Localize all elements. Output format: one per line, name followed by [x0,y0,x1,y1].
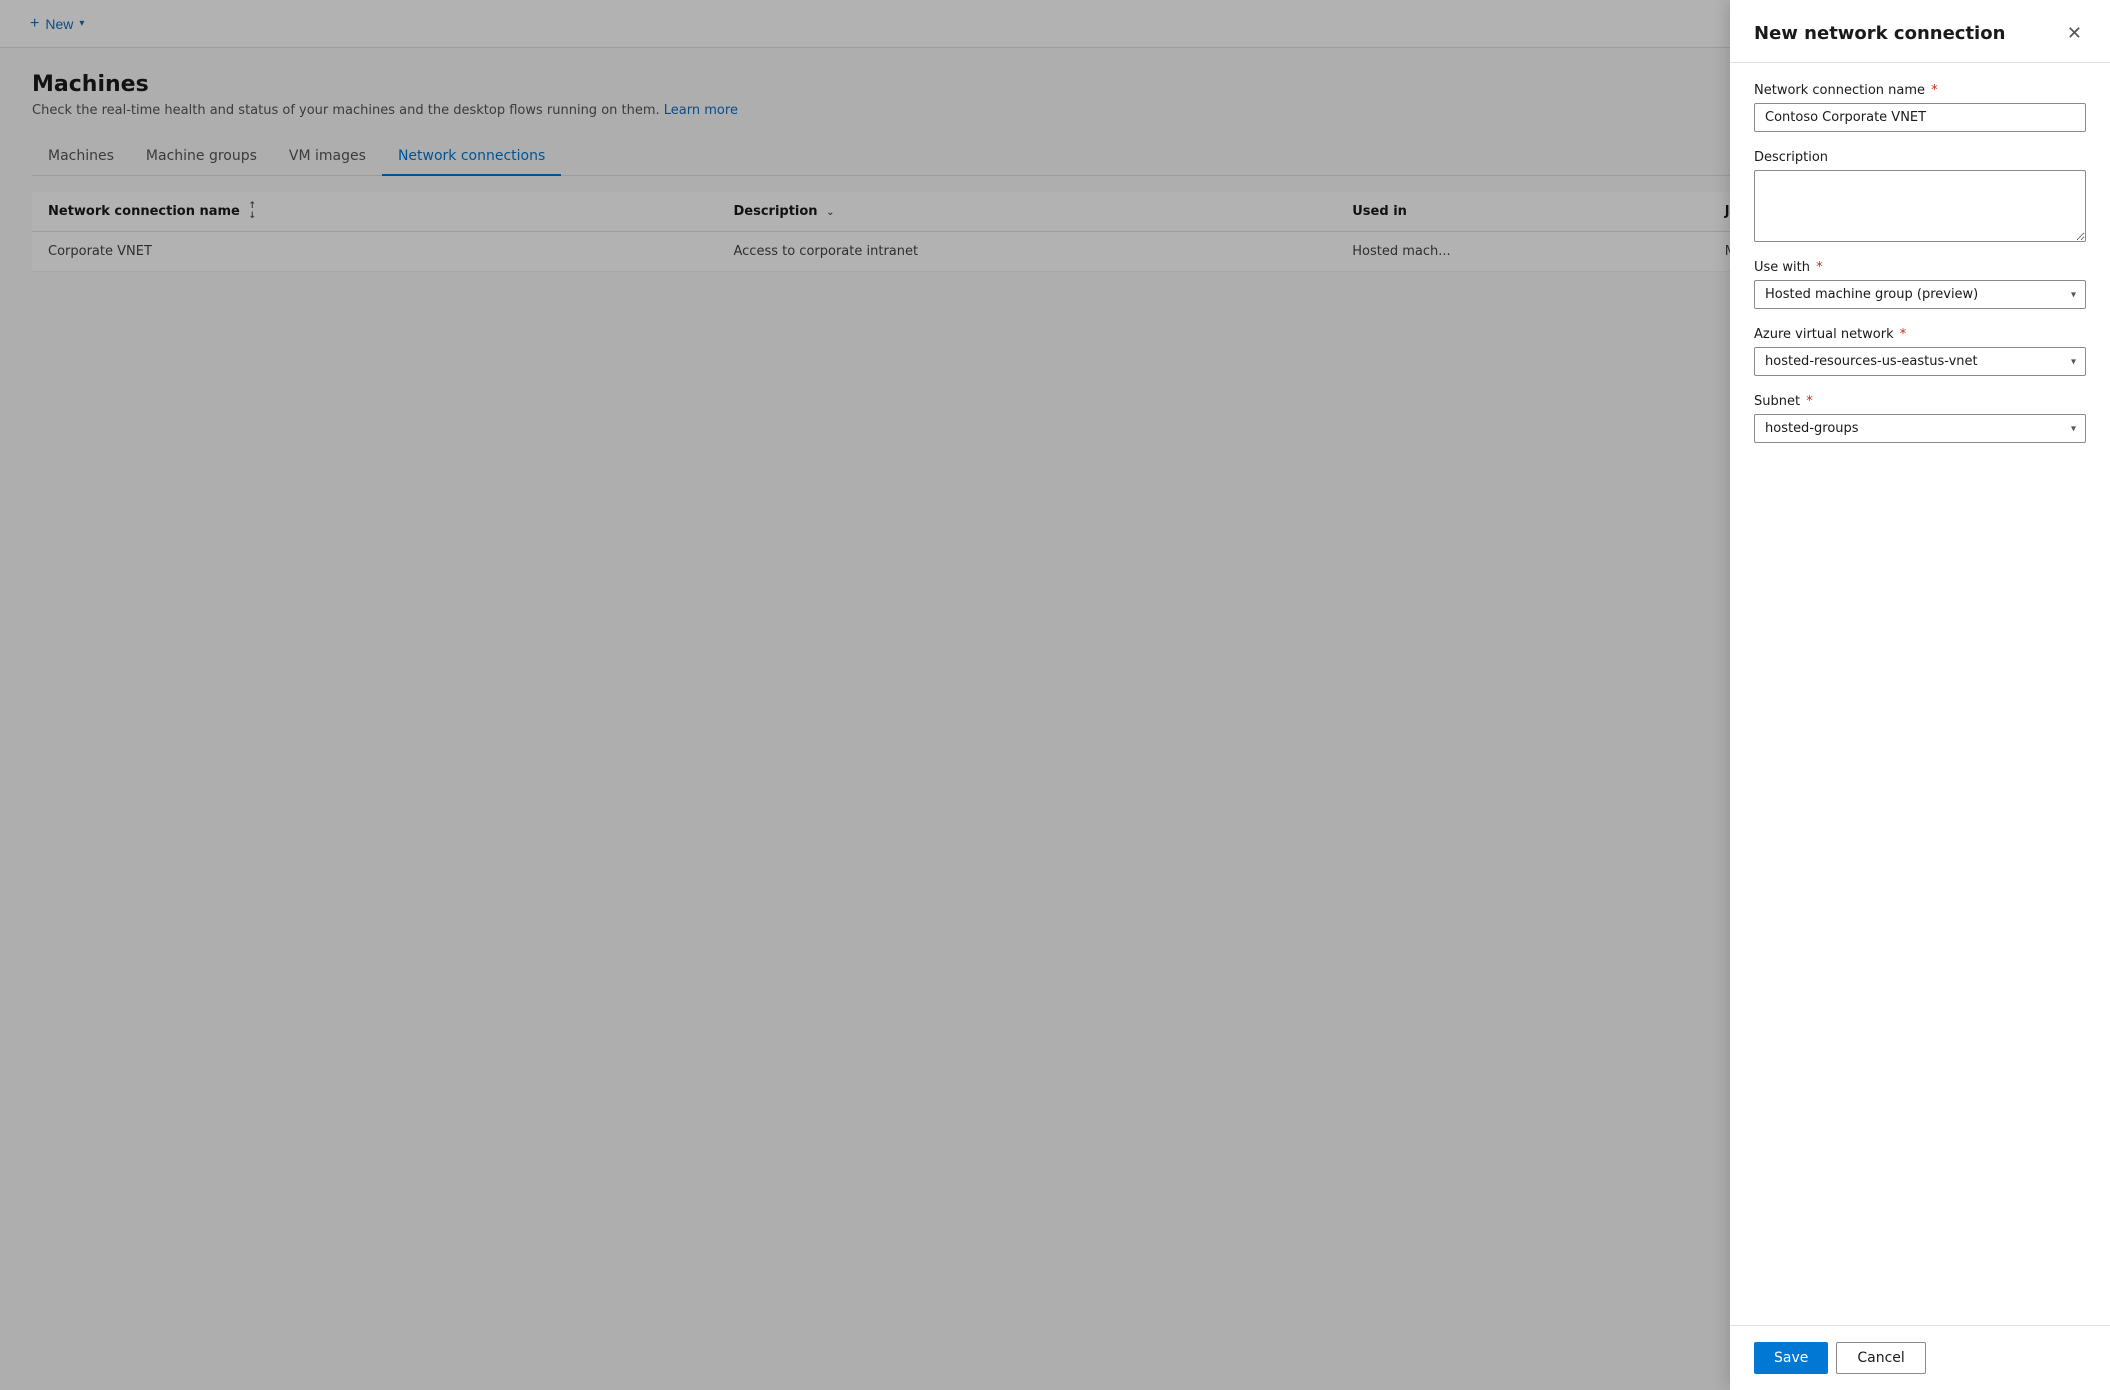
textarea-description[interactable] [1754,170,2086,242]
required-indicator-vnet: * [1900,327,1907,342]
required-indicator-subnet: * [1806,394,1813,409]
required-indicator-use-with: * [1816,260,1823,275]
field-azure-vnet: Azure virtual network * hosted-resources… [1754,327,2086,376]
field-use-with: Use with * Hosted machine group (preview… [1754,260,2086,309]
required-indicator: * [1931,83,1938,98]
side-panel-body: Network connection name * Description Us… [1730,63,2110,1325]
field-description: Description [1754,150,2086,242]
save-button[interactable]: Save [1754,1342,1828,1374]
select-azure-vnet[interactable]: hosted-resources-us-eastus-vnet [1754,347,2086,376]
side-panel-overlay: New network connection ✕ Network connect… [0,0,2110,1390]
cancel-button[interactable]: Cancel [1836,1342,1925,1374]
input-connection-name[interactable] [1754,103,2086,132]
label-subnet: Subnet * [1754,394,2086,409]
select-wrapper-subnet: hosted-groups ▾ [1754,414,2086,443]
label-use-with: Use with * [1754,260,2086,275]
label-description: Description [1754,150,2086,165]
select-wrapper-use-with: Hosted machine group (preview) ▾ [1754,280,2086,309]
select-subnet[interactable]: hosted-groups [1754,414,2086,443]
field-connection-name: Network connection name * [1754,83,2086,132]
side-panel: New network connection ✕ Network connect… [1730,0,2110,1390]
select-use-with[interactable]: Hosted machine group (preview) [1754,280,2086,309]
label-azure-vnet: Azure virtual network * [1754,327,2086,342]
select-wrapper-vnet: hosted-resources-us-eastus-vnet ▾ [1754,347,2086,376]
side-panel-title: New network connection [1754,23,2005,44]
field-subnet: Subnet * hosted-groups ▾ [1754,394,2086,443]
close-button[interactable]: ✕ [2063,20,2086,46]
side-panel-header: New network connection ✕ [1730,0,2110,63]
label-connection-name: Network connection name * [1754,83,2086,98]
side-panel-footer: Save Cancel [1730,1325,2110,1390]
